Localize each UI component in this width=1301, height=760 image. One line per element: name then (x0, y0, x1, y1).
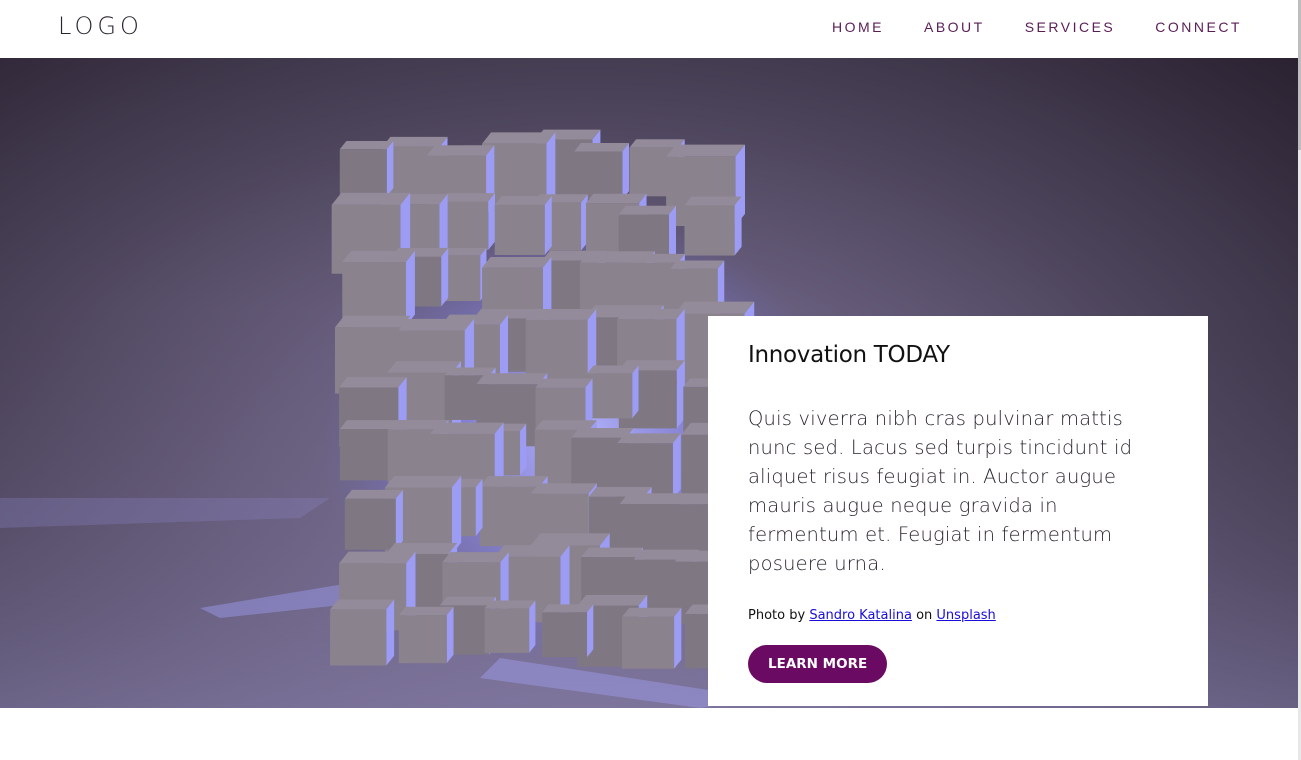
cube-block (398, 615, 447, 664)
cube-block (666, 144, 746, 157)
cube-block (398, 606, 454, 616)
cube-block (525, 319, 588, 382)
cube-block (398, 318, 474, 331)
cube-block (330, 599, 395, 610)
cube-block (488, 193, 495, 251)
cube-block (618, 205, 676, 215)
cube-block (542, 604, 594, 613)
cube-block (520, 423, 527, 476)
cube-block (494, 196, 552, 205)
photo-credit: Photo by Sandro Katalina on Unsplash (748, 608, 1168, 623)
cube-block (574, 143, 630, 152)
cube-block (484, 608, 530, 653)
cube-block (476, 373, 548, 385)
cube-block (339, 377, 407, 388)
top-navbar: LOGO HOME ABOUT SERVICES CONNECT (0, 0, 1298, 58)
cube-block (475, 478, 483, 537)
nav-link-about[interactable]: ABOUT (924, 19, 985, 35)
cube-block (334, 315, 411, 328)
hero-card-title: Innovation TODAY (748, 342, 950, 368)
cube-block (587, 373, 633, 419)
cube-block (674, 607, 682, 669)
credit-middle: on (916, 608, 933, 623)
cube-block (544, 196, 552, 255)
cube-block (670, 260, 725, 269)
credit-author-link[interactable]: Sandro Katalina (809, 608, 912, 623)
cube-block (617, 433, 681, 444)
cube-block (482, 132, 556, 144)
cube-block (535, 378, 593, 388)
learn-more-button[interactable]: LEARN MORE (748, 645, 888, 683)
cube-block (484, 600, 536, 609)
hero-card-body: Quis viverra nibh cras pulvinar mattis n… (748, 407, 1133, 575)
cube-block (451, 475, 462, 555)
cube-block (479, 476, 548, 487)
cube-block (330, 609, 387, 666)
cube-block (339, 551, 416, 564)
cube-block (344, 498, 396, 550)
cube-block (339, 429, 392, 481)
nav-links: HOME ABOUT SERVICES CONNECT (832, 19, 1242, 35)
cube-block (574, 151, 623, 200)
cube-block (674, 301, 755, 314)
cube-block (384, 475, 462, 488)
hero-section: Innovation TODAY Quis viverra nibh cras … (0, 58, 1298, 708)
cube-block (439, 193, 495, 202)
credit-site-link[interactable]: Unsplash (936, 608, 995, 623)
cube-block (405, 250, 415, 326)
cube-block (672, 433, 681, 499)
cube-block (734, 196, 742, 256)
cube-block (441, 248, 449, 307)
cube-block (622, 607, 682, 617)
cube-block (339, 149, 387, 197)
nav-link-home[interactable]: HOME (832, 19, 884, 35)
cube-block (632, 365, 639, 419)
nav-link-services[interactable]: SERVICES (1025, 19, 1116, 35)
cube-block (331, 192, 411, 205)
cube-block (622, 616, 675, 669)
cube-block (525, 309, 597, 320)
cube-block (430, 422, 504, 434)
hero-card: Innovation TODAY Quis viverra nibh cras … (708, 316, 1208, 706)
cube-block (529, 600, 536, 653)
cube-block (446, 606, 454, 664)
cube-block (439, 596, 496, 606)
cube-block (442, 552, 509, 563)
cube-block (499, 314, 509, 384)
cube-block (581, 547, 643, 558)
cube-block (482, 256, 552, 268)
cube-block (530, 533, 610, 546)
cube-block (586, 193, 647, 204)
credit-prefix: Photo by (748, 608, 806, 623)
cube-block (426, 145, 495, 156)
cube-block (479, 486, 540, 547)
cube-block (542, 612, 588, 658)
cube-block (622, 143, 630, 200)
cube-block (386, 140, 394, 197)
cube-block (344, 489, 403, 499)
cube-block (684, 196, 742, 206)
cube-block (684, 205, 735, 256)
cube-block (530, 483, 597, 494)
cube-block (395, 489, 403, 550)
cube-block (494, 204, 545, 255)
logo[interactable]: LOGO (58, 12, 143, 40)
cube-block (587, 604, 594, 658)
cube-block (386, 599, 395, 666)
cube-block (617, 308, 685, 320)
cube-block (342, 250, 415, 263)
cube-block (339, 140, 394, 150)
nav-link-connect[interactable]: CONNECT (1155, 19, 1242, 35)
cube-block (577, 594, 648, 606)
cube-block (587, 365, 639, 374)
